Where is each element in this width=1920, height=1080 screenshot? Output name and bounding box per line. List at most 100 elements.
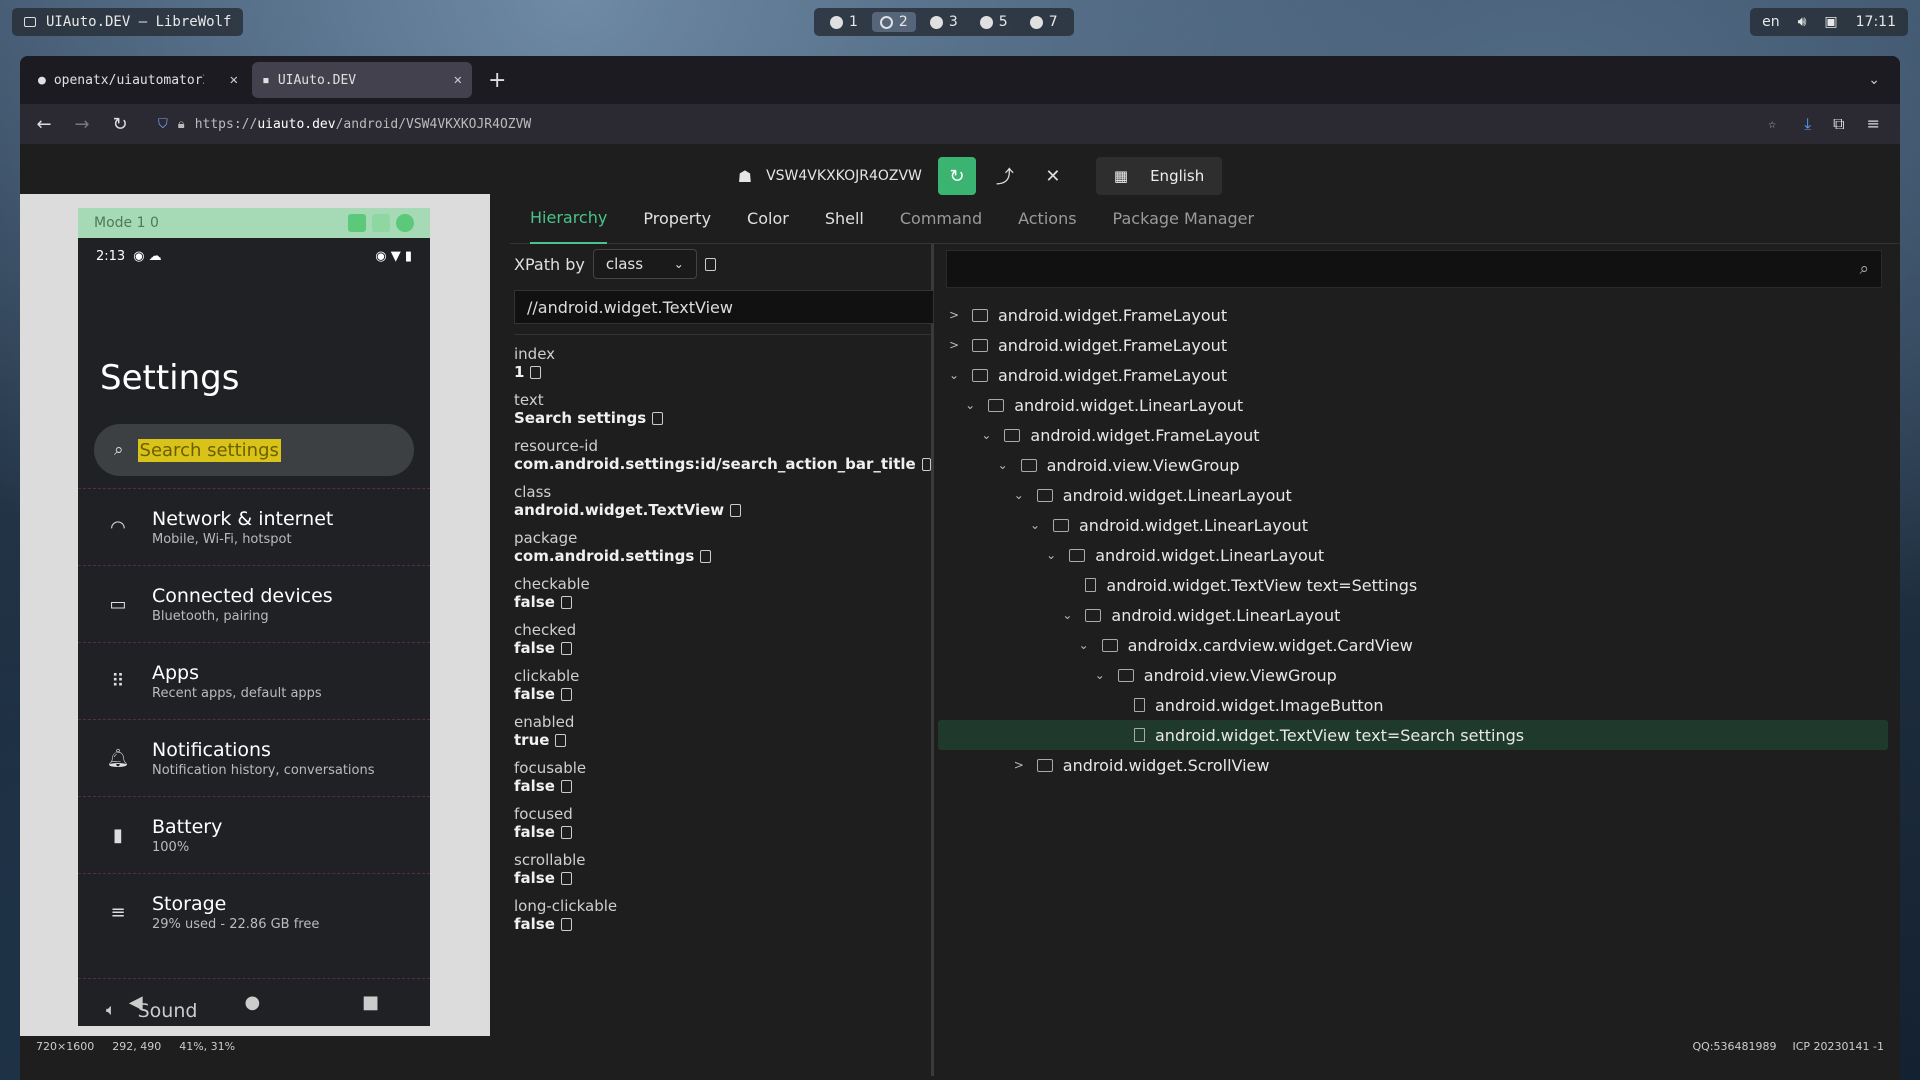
tree-node[interactable]: > android.widget.FrameLayout bbox=[938, 330, 1888, 360]
property-value[interactable]: com.android.settings:id/search_action_ba… bbox=[514, 455, 916, 473]
tree-node[interactable]: ⌄ android.view.ViewGroup bbox=[938, 660, 1888, 690]
search-icon[interactable]: ⌕ bbox=[1859, 259, 1869, 279]
chevron-down-icon[interactable]: ⌄ bbox=[1059, 608, 1075, 622]
copy-icon[interactable] bbox=[921, 457, 931, 471]
chevron-right-icon[interactable]: > bbox=[946, 308, 962, 322]
xpath-strategy-select[interactable]: class ⌄ bbox=[592, 249, 697, 279]
copy-icon[interactable] bbox=[704, 257, 716, 271]
bookmark-star-icon[interactable]: ☆ bbox=[1768, 117, 1776, 132]
workspace-3[interactable]: 3 bbox=[922, 12, 966, 32]
chevron-down-icon[interactable]: ⌄ bbox=[1868, 72, 1880, 88]
property-value[interactable]: true bbox=[514, 731, 549, 749]
nav-recents-icon[interactable]: ■ bbox=[362, 992, 379, 1013]
copy-icon[interactable] bbox=[560, 779, 572, 793]
tab-shell[interactable]: Shell bbox=[825, 194, 864, 244]
tree-node[interactable]: ⌄ android.widget.LinearLayout bbox=[938, 390, 1888, 420]
url-bar[interactable]: ⛉ 🔒︎ https://uiauto.dev/android/VSW4VKXK… bbox=[148, 108, 1786, 140]
property-value[interactable]: Search settings bbox=[514, 409, 646, 427]
tree-node[interactable]: > android.widget.FrameLayout bbox=[938, 300, 1888, 330]
copy-icon[interactable] bbox=[530, 365, 542, 379]
tab-command[interactable]: Command bbox=[900, 194, 982, 244]
browser-tab-uiauto[interactable]: ▪ UIAuto.DEV ✕ bbox=[252, 62, 472, 98]
tree-node[interactable]: android.widget.ImageButton bbox=[938, 690, 1888, 720]
chevron-down-icon[interactable]: ⌄ bbox=[1092, 668, 1108, 682]
chevron-right-icon[interactable]: > bbox=[1011, 758, 1027, 772]
tab-package-manager[interactable]: Package Manager bbox=[1113, 194, 1255, 244]
workspace-2[interactable]: 2 bbox=[871, 12, 916, 32]
copy-icon[interactable] bbox=[560, 871, 572, 885]
search-settings-text[interactable]: Search settings bbox=[137, 438, 281, 462]
workspace-1[interactable]: 1 bbox=[822, 12, 866, 32]
close-icon[interactable]: ✕ bbox=[454, 72, 462, 88]
xpath-value-field[interactable]: //android.widget.TextView bbox=[514, 290, 934, 324]
chevron-down-icon[interactable]: ⌄ bbox=[1076, 638, 1092, 652]
lock-icon[interactable]: 🔒︎ bbox=[178, 117, 185, 132]
browser-tab-github[interactable]: ● openatx/uiautomator2 ✕ bbox=[28, 62, 248, 98]
tree-node[interactable]: android.widget.TextView text=Settings bbox=[938, 570, 1888, 600]
chevron-down-icon[interactable]: ⌄ bbox=[1043, 548, 1059, 562]
tree-node[interactable]: > android.widget.ScrollView bbox=[938, 750, 1888, 780]
tree-node[interactable]: ⌄ android.widget.LinearLayout bbox=[938, 600, 1888, 630]
tab-color[interactable]: Color bbox=[747, 194, 789, 244]
settings-item[interactable]: ⠿ Apps Recent apps, default apps bbox=[78, 642, 430, 719]
chevron-down-icon[interactable]: ⌄ bbox=[978, 428, 994, 442]
tree-node[interactable]: ⌄ android.view.ViewGroup bbox=[938, 450, 1888, 480]
property-value[interactable]: false bbox=[514, 639, 555, 657]
copy-icon[interactable] bbox=[560, 825, 572, 839]
tree-node[interactable]: ⌄ android.widget.LinearLayout bbox=[938, 480, 1888, 510]
property-value[interactable]: com.android.settings bbox=[514, 547, 694, 565]
window-title-pill[interactable]: UIAuto.DEV — LibreWolf bbox=[12, 8, 244, 36]
menu-icon[interactable]: ≡ bbox=[1867, 114, 1880, 134]
settings-item[interactable]: 🔔︎ Notifications Notification history, con… bbox=[78, 719, 430, 796]
close-icon[interactable]: ✕ bbox=[230, 72, 238, 88]
shield-icon[interactable]: ⛉ bbox=[158, 117, 168, 132]
property-value[interactable]: false bbox=[514, 685, 555, 703]
copy-icon[interactable] bbox=[560, 687, 572, 701]
chevron-down-icon[interactable]: ⌄ bbox=[1027, 518, 1043, 532]
touch-icon[interactable] bbox=[372, 214, 390, 232]
tab-property[interactable]: Property bbox=[643, 194, 711, 244]
tree-node[interactable]: ⌄ android.widget.FrameLayout bbox=[938, 420, 1888, 450]
reload-icon[interactable]: ↻ bbox=[110, 114, 130, 135]
tab-actions[interactable]: Actions bbox=[1018, 194, 1076, 244]
copy-icon[interactable] bbox=[730, 503, 742, 517]
tree-node[interactable]: ⌄ android.widget.FrameLayout bbox=[938, 360, 1888, 390]
tree-node[interactable]: ⌄ androidx.cardview.widget.CardView bbox=[938, 630, 1888, 660]
property-value[interactable]: false bbox=[514, 593, 555, 611]
settings-item[interactable]: ◠ Network & internet Mobile, Wi-Fi, hotspo… bbox=[78, 488, 430, 565]
nav-home-icon[interactable]: ● bbox=[245, 992, 261, 1013]
refresh-button[interactable]: ↻ bbox=[937, 157, 976, 195]
chevron-right-icon[interactable]: > bbox=[946, 338, 962, 352]
back-icon[interactable]: ← bbox=[34, 114, 54, 135]
disconnect-button[interactable]: ✕ bbox=[1034, 157, 1072, 195]
settings-item[interactable]: ▮ Battery 100% bbox=[78, 796, 430, 873]
property-value[interactable]: false bbox=[514, 777, 555, 795]
list-icon[interactable] bbox=[348, 214, 366, 232]
extensions-icon[interactable]: ⧉ bbox=[1833, 114, 1844, 134]
new-tab-button[interactable]: + bbox=[476, 68, 518, 93]
record-icon[interactable] bbox=[396, 214, 414, 232]
locale-indicator[interactable]: en bbox=[1762, 14, 1780, 30]
property-value[interactable]: false bbox=[514, 823, 555, 841]
tree-node[interactable]: ⌄ android.widget.LinearLayout bbox=[938, 510, 1888, 540]
tree-node[interactable]: ⌄ android.widget.LinearLayout bbox=[938, 540, 1888, 570]
display-icon[interactable]: ▣ bbox=[1824, 14, 1837, 30]
copy-icon[interactable] bbox=[560, 917, 572, 931]
workspace-5[interactable]: 5 bbox=[972, 12, 1016, 32]
copy-icon[interactable] bbox=[652, 411, 664, 425]
volume-icon[interactable]: 🔊︎ bbox=[1798, 14, 1807, 30]
hierarchy-search-input[interactable]: ⌕ bbox=[946, 250, 1882, 288]
copy-icon[interactable] bbox=[560, 641, 572, 655]
workspace-7[interactable]: 7 bbox=[1022, 12, 1066, 32]
copy-icon[interactable] bbox=[560, 595, 572, 609]
chevron-down-icon[interactable]: ⌄ bbox=[1011, 488, 1027, 502]
download-icon[interactable]: ⤓ bbox=[1804, 114, 1811, 134]
icp-record[interactable]: ICP 20230141 -1 bbox=[1792, 1040, 1884, 1053]
language-selector[interactable]: ▦ English bbox=[1095, 157, 1223, 195]
property-value[interactable]: android.widget.TextView bbox=[514, 501, 724, 519]
chevron-down-icon[interactable]: ⌄ bbox=[995, 458, 1011, 472]
forward-icon[interactable]: → bbox=[72, 114, 92, 135]
tab-hierarchy[interactable]: Hierarchy bbox=[530, 194, 608, 244]
settings-search-bar[interactable]: ⌕ Search settings bbox=[94, 424, 414, 476]
chevron-down-icon[interactable]: ⌄ bbox=[962, 398, 978, 412]
